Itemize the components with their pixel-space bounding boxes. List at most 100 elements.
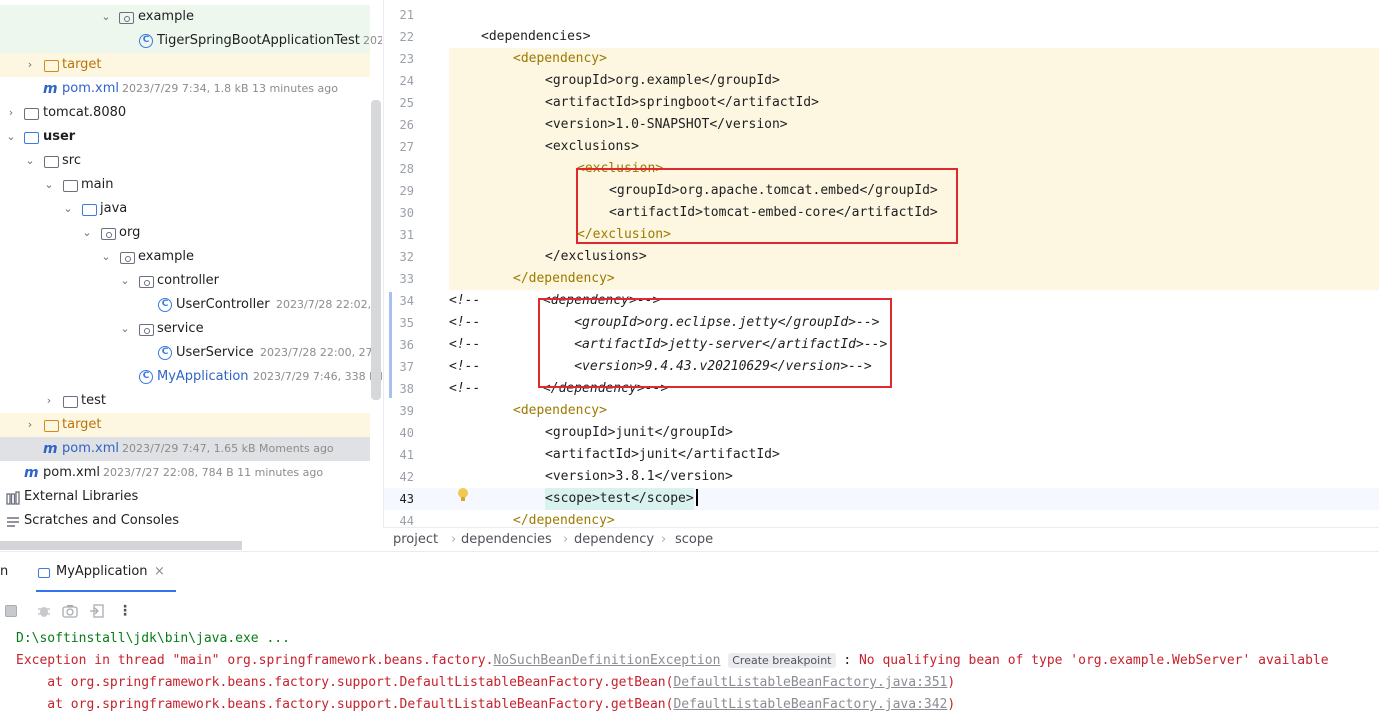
class-icon: C <box>139 34 153 48</box>
code-line[interactable]: 26 <version>1.0-SNAPSHOT</version> <box>384 114 1379 136</box>
folder-icon <box>44 420 59 432</box>
chevron-right-icon[interactable]: › <box>24 413 36 437</box>
tree-horizontal-scrollbar[interactable] <box>0 541 242 550</box>
tree-item-pom-xml-selected[interactable]: m pom.xml 2023/7/29 7:47, 1.65 kB Moment… <box>0 437 370 461</box>
run-panel: n MyApplication × ⋮ D:\softinstall\jdk\b… <box>0 551 1379 720</box>
chevron-down-icon[interactable]: ⌄ <box>62 197 74 221</box>
code-line[interactable]: 42 <version>3.8.1</version> <box>384 466 1379 488</box>
exit-icon[interactable] <box>90 600 104 622</box>
code-line[interactable]: 32 </exclusions> <box>384 246 1379 268</box>
tree-item-tigerspringbootapplicationtest[interactable]: C TigerSpringBootApplicationTest 202 <box>0 29 382 53</box>
chevron-down-icon[interactable]: ⌄ <box>43 173 55 197</box>
breadcrumb-item[interactable]: dependency <box>574 528 654 552</box>
code-line[interactable]: 31 </exclusion> <box>384 224 1379 246</box>
tree-item-org[interactable]: ⌄ org <box>0 221 370 245</box>
code-line[interactable]: 41 <artifactId>junit</artifactId> <box>384 444 1379 466</box>
tree-item-target[interactable]: › target <box>0 53 370 77</box>
tree-item-usercontroller[interactable]: C UserController 2023/7/28 22:02, 60 <box>0 293 382 317</box>
code-line[interactable]: 39 <dependency> <box>384 400 1379 422</box>
project-tree: ⌄ example C TigerSpringBootApplicationTe… <box>0 0 382 550</box>
code-line[interactable]: 23 <dependency> <box>384 48 1379 70</box>
tree-item-myapplication[interactable]: C MyApplication 2023/7/29 7:46, 338 B M <box>0 365 382 389</box>
code-editor[interactable]: 21 22 <dependencies> 23 <dependency> 24 <gr… <box>383 0 1379 527</box>
breadcrumb-item[interactable]: scope <box>675 528 713 552</box>
code-line[interactable]: 33 </dependency> <box>384 268 1379 290</box>
tree-item-user[interactable]: ⌄ user <box>0 125 370 149</box>
folder-icon <box>63 180 78 192</box>
chevron-down-icon[interactable]: ⌄ <box>5 125 17 149</box>
vcs-change-marker[interactable] <box>389 292 392 398</box>
close-icon[interactable]: × <box>154 564 165 579</box>
code-line-current[interactable]: 43 <scope>test</scope> <box>384 488 1379 510</box>
code-line[interactable]: 34 <!-- <dependency>--> <box>384 290 1379 312</box>
camera-icon[interactable] <box>62 600 78 622</box>
tree-item-tomcat-8080[interactable]: › tomcat.8080 <box>0 101 370 125</box>
chevron-right-icon: › <box>661 532 667 547</box>
breadcrumb-item[interactable]: project <box>393 528 438 552</box>
code-line[interactable]: 24 <groupId>org.example</groupId> <box>384 70 1379 92</box>
console-line: at org.springframework.beans.factory.sup… <box>16 675 956 690</box>
lightbulb-icon[interactable] <box>457 487 469 507</box>
class-icon: C <box>139 370 153 384</box>
code-line[interactable]: 27 <exclusions> <box>384 136 1379 158</box>
chevron-right-icon[interactable]: › <box>5 101 17 125</box>
run-toolbar: ⋮ <box>0 600 200 622</box>
more-options-icon[interactable]: ⋮ <box>118 600 132 622</box>
chevron-down-icon[interactable]: ⌄ <box>100 5 112 29</box>
code-line[interactable]: 36 <!-- <artifactId>jetty-server</artifac… <box>384 334 1379 356</box>
chevron-down-icon[interactable]: ⌄ <box>119 269 131 293</box>
tree-item-external-libraries[interactable]: External Libraries <box>0 485 370 509</box>
tree-item-example[interactable]: ⌄ example <box>0 245 370 269</box>
code-line[interactable]: 25 <artifactId>springboot</artifactId> <box>384 92 1379 114</box>
package-icon <box>119 12 134 24</box>
chevron-down-icon[interactable]: ⌄ <box>119 317 131 341</box>
folder-icon <box>44 60 59 72</box>
error-message: No qualifying bean of type 'org.example.… <box>858 653 1329 668</box>
stop-icon[interactable] <box>5 600 17 622</box>
stacktrace-link[interactable]: DefaultListableBeanFactory.java:342 <box>673 697 947 712</box>
chevron-down-icon[interactable]: ⌄ <box>100 245 112 269</box>
tree-item-main[interactable]: ⌄ main <box>0 173 370 197</box>
code-line[interactable]: 28 <exclusion> <box>384 158 1379 180</box>
code-line[interactable]: 22 <dependencies> <box>384 26 1379 48</box>
module-icon <box>24 132 39 144</box>
code-line[interactable]: 35 <!-- <groupId>org.eclipse.jetty</group… <box>384 312 1379 334</box>
code-line[interactable]: 37 <!-- <version>9.4.43.v20210629</versio… <box>384 356 1379 378</box>
code-line[interactable]: 21 <box>384 4 1379 26</box>
code-line[interactable]: 40 <groupId>junit</groupId> <box>384 422 1379 444</box>
chevron-right-icon[interactable]: › <box>43 389 55 413</box>
tree-vertical-scrollbar[interactable] <box>371 100 381 400</box>
chevron-right-icon: › <box>563 532 569 547</box>
tree-item-java[interactable]: ⌄ java <box>0 197 370 221</box>
code-line[interactable]: 38 <!-- </dependency>--> <box>384 378 1379 400</box>
code-line[interactable]: 30 <artifactId>tomcat-embed-core</artifac… <box>384 202 1379 224</box>
run-panel-label: n <box>0 564 9 579</box>
tree-item-service[interactable]: ⌄ service <box>0 317 370 341</box>
chevron-down-icon[interactable]: ⌄ <box>81 221 93 245</box>
tree-item-controller[interactable]: ⌄ controller <box>0 269 370 293</box>
exception-link[interactable]: NoSuchBeanDefinitionException <box>493 653 720 668</box>
tree-item-pom-xml[interactable]: m pom.xml 2023/7/29 7:34, 1.8 kB 13 minu… <box>0 77 370 101</box>
folder-icon <box>24 108 39 120</box>
debug-icon[interactable] <box>36 600 52 622</box>
run-tab-bar: n MyApplication × <box>0 552 1379 592</box>
stacktrace-link[interactable]: DefaultListableBeanFactory.java:351 <box>673 675 947 690</box>
tree-item-example[interactable]: ⌄ example <box>0 5 370 29</box>
tree-item-test[interactable]: › test <box>0 389 370 413</box>
package-icon <box>139 276 154 288</box>
tree-item-root-pom-xml[interactable]: m pom.xml 2023/7/27 22:08, 784 B 11 minu… <box>0 461 370 485</box>
tree-item-target[interactable]: › target <box>0 413 370 437</box>
code-line[interactable]: 44 </dependency> <box>384 510 1379 527</box>
create-breakpoint-button[interactable]: Create breakpoint <box>728 653 836 668</box>
tree-item-userservice[interactable]: C UserService 2023/7/28 22:00, 273 B <box>0 341 382 365</box>
console-output[interactable]: D:\softinstall\jdk\bin\java.exe ... Exce… <box>0 628 1379 720</box>
application-icon <box>38 568 50 578</box>
chevron-down-icon[interactable]: ⌄ <box>24 149 36 173</box>
chevron-right-icon[interactable]: › <box>24 53 36 77</box>
tree-item-scratches-and-consoles[interactable]: Scratches and Consoles <box>0 509 370 533</box>
code-line[interactable]: 29 <groupId>org.apache.tomcat.embed</grou… <box>384 180 1379 202</box>
tree-item-src[interactable]: ⌄ src <box>0 149 370 173</box>
console-line: Exception in thread "main" org.springfra… <box>16 653 1329 668</box>
console-line: D:\softinstall\jdk\bin\java.exe ... <box>16 631 290 646</box>
breadcrumb-item[interactable]: dependencies <box>461 528 552 552</box>
